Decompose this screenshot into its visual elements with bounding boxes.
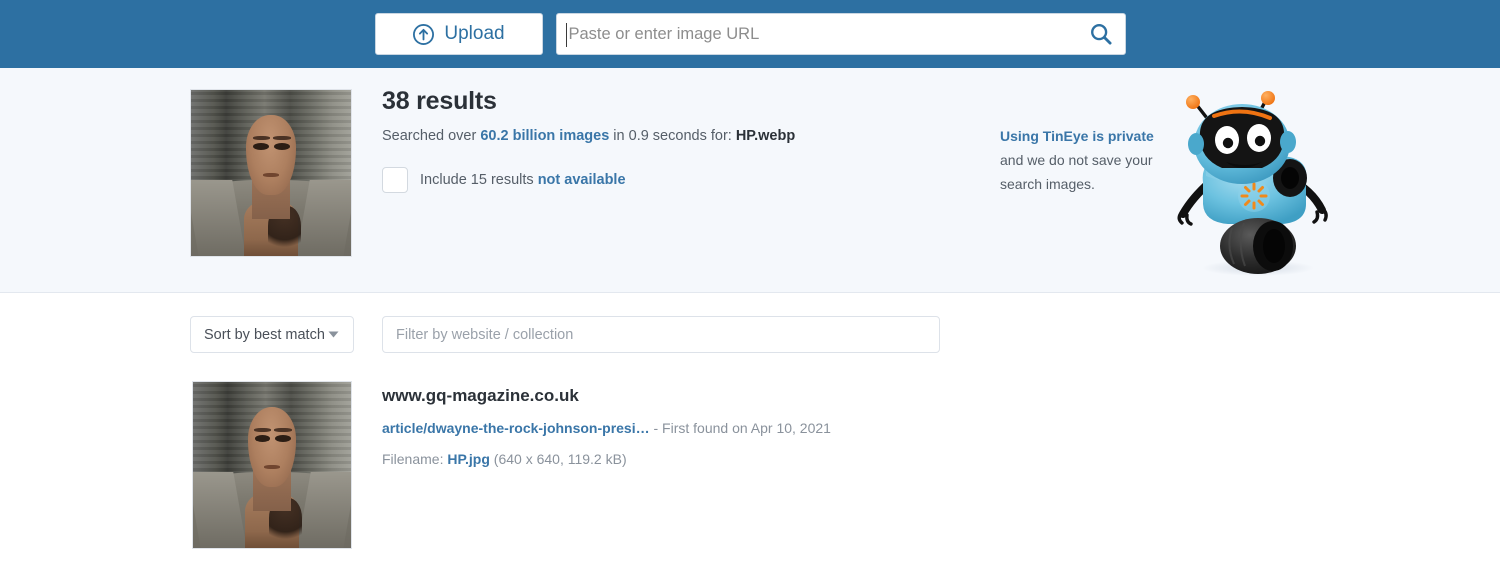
- searched-middle: in 0.9 seconds for:: [609, 127, 736, 144]
- upload-button[interactable]: Upload: [374, 13, 543, 55]
- top-search-bar: Upload: [0, 0, 1500, 68]
- include-unavailable-label: Include 15 results not available: [420, 172, 626, 188]
- portrait-illustration: [191, 90, 351, 256]
- sort-dropdown-label: Sort by best match: [204, 326, 325, 343]
- filter-input-wrapper: [382, 316, 940, 353]
- url-input-wrapper: [555, 13, 1126, 55]
- privacy-link[interactable]: Using TinEye is private: [1000, 124, 1175, 148]
- result-first-found: - First found on Apr 10, 2021: [649, 420, 831, 436]
- sort-dropdown[interactable]: Sort by best match: [190, 316, 354, 353]
- searched-prefix: Searched over: [382, 127, 481, 144]
- result-path-row: article/dwayne-the-rock-johnson-presi… -…: [382, 420, 831, 436]
- result-path-link[interactable]: article/dwayne-the-rock-johnson-presi…: [382, 420, 650, 436]
- include-unavailable-row[interactable]: Include 15 results not available: [382, 167, 626, 193]
- result-filename-link[interactable]: HP.jpg: [447, 451, 490, 467]
- magnifying-glass-icon: [1090, 24, 1112, 45]
- search-cluster: Upload: [374, 13, 1126, 55]
- result-filename-row: Filename: HP.jpg (640 x 640, 119.2 kB): [382, 451, 831, 467]
- result-item: www.gq-magazine.co.uk article/dwayne-the…: [382, 386, 831, 467]
- tineye-robot-mascot: [1170, 86, 1350, 282]
- result-thumbnail[interactable]: [192, 381, 352, 549]
- chevron-down-icon: [328, 331, 339, 338]
- result-filename-label: Filename:: [382, 451, 448, 467]
- privacy-text: and we do not save your search images.: [1000, 152, 1153, 192]
- privacy-note: Using TinEye is private and we do not sa…: [1000, 124, 1175, 196]
- searched-filename: HP.webp: [735, 127, 796, 144]
- result-domain[interactable]: www.gq-magazine.co.uk: [382, 386, 831, 406]
- include-prefix: Include 15 results: [420, 172, 538, 188]
- search-button[interactable]: [1077, 14, 1125, 54]
- text-caret: [565, 23, 567, 47]
- searched-summary-line: Searched over 60.2 billion images in 0.9…: [382, 128, 795, 144]
- results-count: 38 results: [382, 87, 497, 115]
- filter-by-website-input[interactable]: [383, 317, 939, 352]
- circle-up-arrow-icon: [413, 23, 435, 45]
- query-image-thumbnail: [190, 89, 352, 257]
- image-url-input[interactable]: [556, 14, 1077, 54]
- include-unavailable-checkbox[interactable]: [382, 167, 408, 193]
- searched-images-link[interactable]: 60.2 billion images: [480, 128, 609, 144]
- result-portrait-illustration: [193, 382, 351, 548]
- not-available-link[interactable]: not available: [538, 172, 626, 188]
- upload-button-label: Upload: [444, 23, 505, 44]
- result-dimensions: (640 x 640, 119.2 kB): [489, 451, 627, 467]
- summary-text-block: 38 results Searched over 60.2 billion im…: [382, 87, 795, 144]
